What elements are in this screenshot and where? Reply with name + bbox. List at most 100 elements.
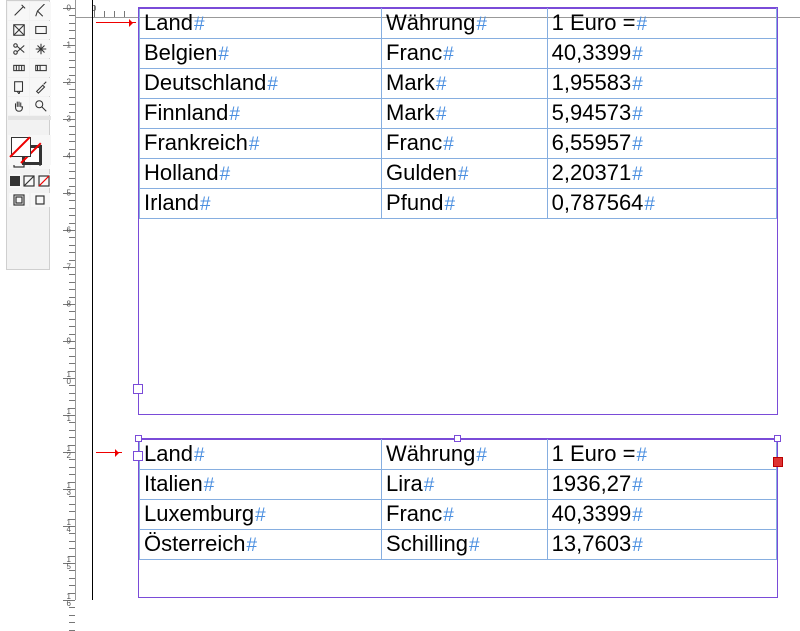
- handle-tr[interactable]: [774, 435, 781, 442]
- table-cell[interactable]: Währung#: [382, 9, 548, 39]
- scissors-icon[interactable]: [8, 40, 29, 58]
- table-row: Holland#Gulden#2,20371#: [140, 159, 777, 189]
- tools-panel: [6, 0, 50, 270]
- cell-text: 6,55957: [552, 130, 632, 155]
- ellipse-frame-icon[interactable]: [30, 21, 51, 39]
- annotation-arrow-1: [96, 22, 136, 23]
- table-cell[interactable]: 2,20371#: [547, 159, 776, 189]
- end-of-cell-marker: #: [203, 475, 215, 496]
- zoom-icon[interactable]: [30, 97, 51, 115]
- end-of-cell-marker: #: [631, 44, 643, 65]
- page-edge: [92, 0, 93, 600]
- table-cell[interactable]: Gulden#: [382, 159, 548, 189]
- apply-color-icon[interactable]: [9, 174, 21, 188]
- table-cell[interactable]: Irland#: [140, 189, 382, 219]
- end-of-cell-marker: #: [444, 194, 456, 215]
- cell-text: 0,787564: [552, 190, 644, 215]
- handle-tm[interactable]: [454, 435, 461, 442]
- hand-icon[interactable]: [8, 97, 29, 115]
- table-cell[interactable]: Italien#: [140, 470, 382, 500]
- annotation-arrow-2: [96, 452, 122, 453]
- table-cell[interactable]: Land#: [140, 440, 382, 470]
- cell-text: Währung: [386, 10, 475, 35]
- pen-icon[interactable]: [8, 2, 29, 20]
- end-of-cell-marker: #: [245, 535, 257, 556]
- gradient-feather-icon[interactable]: [30, 59, 51, 77]
- fill-swatch-none[interactable]: [11, 137, 31, 157]
- overset-indicator[interactable]: [773, 457, 783, 467]
- table-cell[interactable]: 1 Euro =#: [547, 440, 776, 470]
- table-cell[interactable]: 1936,27#: [547, 470, 776, 500]
- end-of-cell-marker: #: [631, 164, 643, 185]
- end-of-cell-marker: #: [254, 505, 266, 526]
- normal-view-icon[interactable]: [9, 193, 29, 207]
- table-cell[interactable]: Frankreich#: [140, 129, 382, 159]
- cell-text: Finnland: [144, 100, 228, 125]
- cell-text: Mark: [386, 70, 435, 95]
- eyedropper-icon[interactable]: [30, 78, 51, 96]
- apply-gradient-icon[interactable]: [23, 174, 35, 188]
- end-of-cell-marker: #: [199, 194, 211, 215]
- table-cell[interactable]: 1,95583#: [547, 69, 776, 99]
- table-cell[interactable]: Finnland#: [140, 99, 382, 129]
- table-cell[interactable]: Lira#: [382, 470, 548, 500]
- table-cell[interactable]: 40,3399#: [547, 39, 776, 69]
- end-of-cell-marker: #: [643, 194, 655, 215]
- table-cell[interactable]: Land#: [140, 9, 382, 39]
- table-cell[interactable]: Mark#: [382, 69, 548, 99]
- table-cell[interactable]: Mark#: [382, 99, 548, 129]
- end-of-cell-marker: #: [631, 134, 643, 155]
- cell-text: 5,94573: [552, 100, 632, 125]
- end-of-cell-marker: #: [442, 505, 454, 526]
- table-row: Österreich#Schilling#13,7603#: [140, 530, 777, 560]
- table-cell[interactable]: 6,55957#: [547, 129, 776, 159]
- table-cell[interactable]: Schilling#: [382, 530, 548, 560]
- cell-text: Frankreich: [144, 130, 248, 155]
- table-cell[interactable]: Franc#: [382, 39, 548, 69]
- table-cell[interactable]: Deutschland#: [140, 69, 382, 99]
- cell-text: Luxemburg: [144, 501, 254, 526]
- cell-text: Franc: [386, 130, 442, 155]
- cell-text: Land: [144, 441, 193, 466]
- end-of-cell-marker: #: [217, 44, 229, 65]
- cell-text: Italien: [144, 471, 203, 496]
- table-cell[interactable]: Pfund#: [382, 189, 548, 219]
- end-of-cell-marker: #: [228, 104, 240, 125]
- end-of-cell-marker: #: [266, 74, 278, 95]
- table-cell[interactable]: 1 Euro =#: [547, 9, 776, 39]
- free-transform-icon[interactable]: [30, 40, 51, 58]
- cell-text: Pfund: [386, 190, 444, 215]
- table-cell[interactable]: Holland#: [140, 159, 382, 189]
- table-cell[interactable]: 40,3399#: [547, 500, 776, 530]
- cell-text: Irland: [144, 190, 199, 215]
- table-cell[interactable]: 13,7603#: [547, 530, 776, 560]
- end-of-cell-marker: #: [631, 505, 643, 526]
- handle-tl[interactable]: [135, 435, 142, 442]
- preview-view-icon[interactable]: [31, 193, 51, 207]
- apply-none-icon[interactable]: [38, 174, 50, 188]
- table-cell[interactable]: 0,787564#: [547, 189, 776, 219]
- note-icon[interactable]: [8, 78, 29, 96]
- table-row: Finnland#Mark#5,94573#: [140, 99, 777, 129]
- table-cell[interactable]: Franc#: [382, 129, 548, 159]
- table-cell[interactable]: Österreich#: [140, 530, 382, 560]
- table-cell[interactable]: Währung#: [382, 440, 548, 470]
- end-of-cell-marker: #: [631, 104, 643, 125]
- fill-stroke-swatch[interactable]: [8, 135, 51, 165]
- in-port-frame-2[interactable]: [133, 451, 143, 461]
- text-frame-1[interactable]: Land#Währung#1 Euro =#Belgien#Franc#40,3…: [138, 7, 778, 415]
- text-frame-2[interactable]: Land#Währung#1 Euro =#Italien#Lira#1936,…: [138, 438, 778, 598]
- pencil-icon[interactable]: [30, 2, 51, 20]
- table-cell[interactable]: Luxemburg#: [140, 500, 382, 530]
- rectangle-frame-icon[interactable]: [8, 21, 29, 39]
- table-cell[interactable]: Franc#: [382, 500, 548, 530]
- table-cell[interactable]: Belgien#: [140, 39, 382, 69]
- table-row: Italien#Lira#1936,27#: [140, 470, 777, 500]
- out-port-frame-1[interactable]: [133, 384, 143, 394]
- table-cell[interactable]: 5,94573#: [547, 99, 776, 129]
- gradient-icon[interactable]: [8, 59, 29, 77]
- end-of-cell-marker: #: [435, 74, 447, 95]
- cell-text: Währung: [386, 441, 475, 466]
- cell-text: Holland: [144, 160, 219, 185]
- end-of-cell-marker: #: [457, 164, 469, 185]
